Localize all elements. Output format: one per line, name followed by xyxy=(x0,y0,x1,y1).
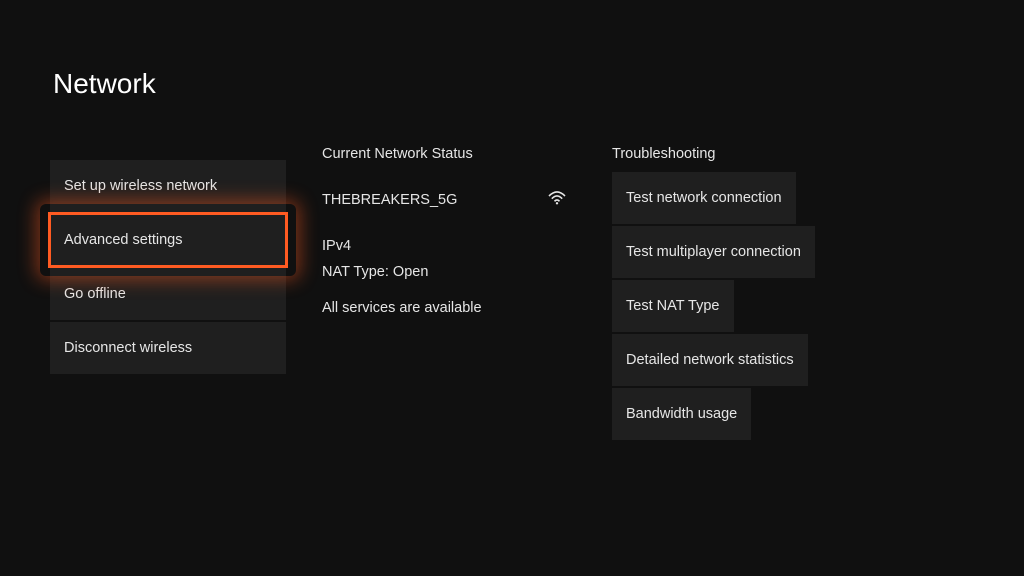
left-menu: Set up wireless network Advanced setting… xyxy=(50,160,286,442)
troubleshooting-heading: Troubleshooting xyxy=(612,146,848,162)
network-status-panel: Current Network Status THEBREAKERS_5G IP… xyxy=(322,140,576,442)
test-multiplayer-connection-button[interactable]: Test multiplayer connection xyxy=(612,226,815,278)
nat-type: NAT Type: Open xyxy=(322,264,576,280)
troubleshooting-panel: Troubleshooting Test network connection … xyxy=(612,140,848,442)
test-nat-type-button[interactable]: Test NAT Type xyxy=(612,280,734,332)
wifi-icon xyxy=(548,190,566,210)
bandwidth-usage-button[interactable]: Bandwidth usage xyxy=(612,388,751,440)
page-title: Network xyxy=(0,0,1024,100)
services-status: All services are available xyxy=(322,300,576,316)
go-offline-button[interactable]: Go offline xyxy=(50,268,286,320)
network-name: THEBREAKERS_5G xyxy=(322,192,457,208)
ip-version: IPv4 xyxy=(322,238,576,254)
status-heading: Current Network Status xyxy=(322,146,576,162)
test-network-connection-button[interactable]: Test network connection xyxy=(612,172,796,224)
setup-wireless-button[interactable]: Set up wireless network xyxy=(50,160,286,212)
detailed-network-statistics-button[interactable]: Detailed network statistics xyxy=(612,334,808,386)
advanced-settings-button[interactable]: Advanced settings xyxy=(50,214,286,266)
disconnect-wireless-button[interactable]: Disconnect wireless xyxy=(50,322,286,374)
